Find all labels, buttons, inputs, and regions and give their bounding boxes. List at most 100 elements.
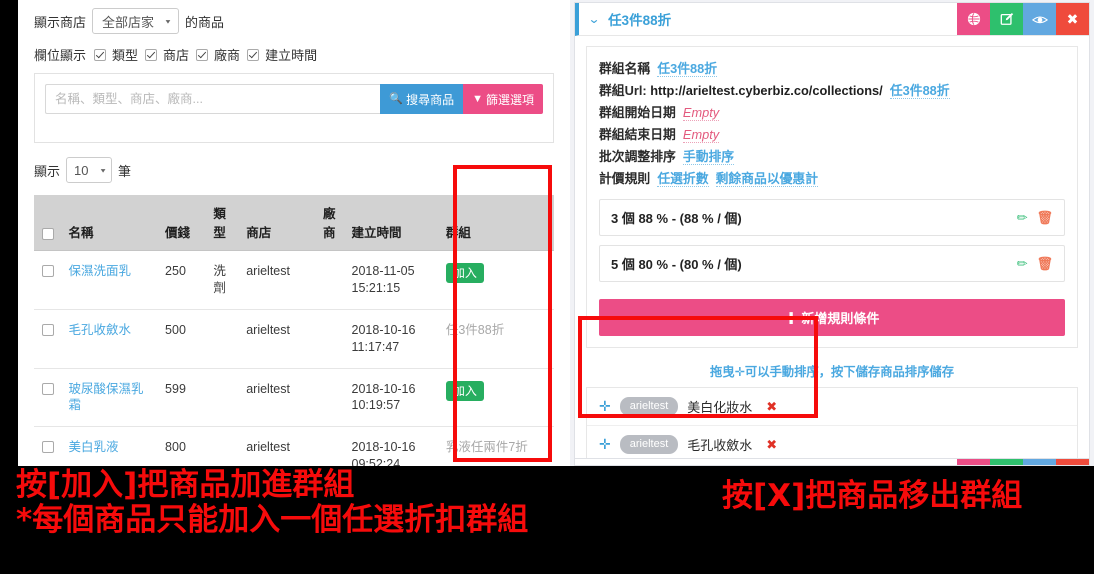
product-link[interactable]: 玻尿酸保濕乳霜	[69, 382, 144, 413]
close-icon-button[interactable]: ✖	[1056, 3, 1089, 35]
group-url-label: 群組Url:	[599, 83, 647, 98]
row-group-cell: 任3件88折	[439, 309, 554, 369]
batch-sort-label: 批次調整排序	[599, 149, 676, 164]
rule-row: 3 個 88 % - (88 % / 個) ✏ 🗑	[599, 199, 1065, 236]
table-header-row: 名稱 價錢 類型 商店 廠商 建立時間 群組	[34, 195, 554, 251]
panel-header-buttons: ✖	[957, 3, 1089, 35]
trash-icon[interactable]: 🗑	[1036, 210, 1053, 226]
arrows-move-icon[interactable]: ✛	[599, 398, 611, 415]
pencil-icon[interactable]: ✏	[1017, 256, 1028, 272]
add-to-group-button[interactable]: 加入	[445, 263, 484, 284]
filter-options-label: 篩選選項	[485, 92, 534, 107]
rule-actions: ✏ 🗑	[1017, 256, 1053, 272]
rule-text: 3 個 88 % - (88 % / 個)	[611, 211, 742, 226]
search-products-button[interactable]: 🔍 搜尋商品	[380, 84, 464, 114]
add-rule-button[interactable]: ✚ 新增規則條件	[599, 299, 1065, 336]
shop-filter-suffix-label: 的商品	[184, 14, 224, 30]
column-toggle-type[interactable]	[94, 48, 107, 61]
column-toggle-vendor-label: 廠商	[214, 48, 241, 63]
group-name-line: 群組名稱 任3件88折	[599, 58, 1065, 80]
row-checkbox[interactable]	[42, 265, 54, 277]
globe-icon-button[interactable]	[957, 3, 990, 35]
x-icon[interactable]: ✖	[766, 437, 777, 453]
product-link[interactable]: 美白乳液	[69, 440, 119, 454]
product-link[interactable]: 保濕洗面乳	[69, 264, 132, 278]
globe-icon	[967, 12, 980, 26]
group-name-link[interactable]: 任3件88折	[657, 61, 718, 77]
row-price-cell: 599	[159, 368, 208, 428]
row-select-cell	[34, 368, 63, 428]
rule-actions: ✏ 🗑	[1017, 210, 1053, 226]
next-collapsed-panel[interactable]	[574, 458, 1090, 466]
select-all-checkbox[interactable]	[42, 228, 54, 240]
product-link[interactable]: 毛孔收斂水	[69, 323, 132, 337]
shop-filter-row: 顯示商店 全部店家 ▼ 的商品	[34, 8, 554, 34]
row-select-cell	[34, 426, 63, 466]
header-price[interactable]: 價錢	[159, 195, 208, 251]
price-rule-line: 計價規則 任選折數 剩餘商品以優惠計	[599, 168, 1065, 190]
row-type-cell	[207, 309, 241, 369]
page-size-suffix: 筆	[118, 163, 132, 179]
batch-sort-line: 批次調整排序 手動排序	[599, 146, 1065, 168]
close-icon-button[interactable]	[1056, 459, 1089, 465]
column-visibility-row: 欄位顯示 類型 商店 廠商 建立時間	[34, 45, 554, 64]
product-sort-card: ✛ arieltest 美白化妝水 ✖ ✛ arieltest 毛孔收斂水 ✖ …	[586, 387, 1078, 466]
products-table: 名稱 價錢 類型 商店 廠商 建立時間 群組 保濕洗面乳 250 洗劑 arie…	[34, 195, 554, 466]
column-toggle-shop-label: 商店	[163, 48, 190, 63]
row-name-cell: 美白乳液	[62, 426, 160, 466]
row-created-cell: 2018-10-16 09:52:24	[345, 426, 440, 466]
panel-title-wrap[interactable]: ⌄ 任3件88折	[579, 3, 957, 35]
header-shop[interactable]: 商店	[240, 195, 317, 251]
column-toggle-vendor[interactable]	[196, 48, 209, 61]
group-url-base: http://arieltest.cyberbiz.co/collections…	[650, 83, 883, 98]
eye-icon-button[interactable]	[1023, 3, 1056, 35]
column-toggle-shop[interactable]	[145, 48, 158, 61]
eye-icon-button[interactable]	[1023, 459, 1056, 465]
row-checkbox[interactable]	[42, 382, 54, 395]
column-toggle-created[interactable]	[247, 48, 260, 61]
row-group-cell: 乳液任兩件7折	[439, 426, 554, 466]
row-created-cell: 2018-10-16 10:19:57	[345, 368, 440, 428]
panel-title: 任3件88折	[608, 13, 672, 28]
sort-hint-post: 儲存	[929, 365, 954, 379]
group-start-value[interactable]: Empty	[682, 105, 720, 121]
row-shop-cell: arieltest	[240, 368, 317, 428]
shop-select[interactable]: 全部店家 ▼	[92, 8, 179, 34]
price-rule-link-1[interactable]: 任選折數	[657, 171, 709, 187]
row-group-cell: 加入	[439, 368, 554, 428]
group-end-value[interactable]: Empty	[682, 127, 720, 143]
rule-row: 5 個 80 % - (80 % / 個) ✏ 🗑	[599, 245, 1065, 282]
row-created-cell: 2018-10-16 11:17:47	[345, 309, 440, 369]
header-select-all	[34, 195, 63, 251]
batch-sort-link[interactable]: 手動排序	[682, 149, 735, 165]
group-url-slug-link[interactable]: 任3件88折	[889, 83, 950, 99]
header-vendor[interactable]: 廠商	[317, 195, 346, 251]
edit-icon-button[interactable]	[990, 3, 1023, 35]
price-rule-link-2[interactable]: 剩餘商品以優惠計	[715, 171, 818, 187]
page-size-select[interactable]: 10 ▼	[66, 157, 113, 183]
row-type-cell	[207, 368, 241, 428]
chevron-down-icon[interactable]: ⌄	[588, 12, 601, 26]
header-created[interactable]: 建立時間	[345, 195, 440, 251]
filter-options-button[interactable]: ▼ 篩選選項	[463, 84, 543, 114]
shop-filter-prefix-label: 顯示商店	[34, 14, 87, 30]
x-icon[interactable]: ✖	[766, 399, 777, 415]
search-input[interactable]	[45, 84, 381, 114]
trash-icon[interactable]: 🗑	[1036, 256, 1053, 272]
add-to-group-button[interactable]: 加入	[445, 380, 484, 401]
group-end-line: 群組結束日期 Empty	[599, 124, 1065, 146]
page-size-row: 顯示 10 ▼ 筆	[34, 157, 554, 183]
sort-item[interactable]: ✛ arieltest 美白化妝水 ✖	[587, 388, 1077, 426]
row-checkbox[interactable]	[42, 323, 54, 336]
funnel-icon: ▼	[472, 92, 483, 105]
close-icon: ✖	[1066, 10, 1079, 27]
arrows-move-icon[interactable]: ✛	[599, 436, 611, 453]
edit-icon-button[interactable]	[990, 459, 1023, 465]
globe-icon-button[interactable]	[957, 459, 990, 465]
header-type[interactable]: 類型	[207, 195, 241, 251]
pencil-icon[interactable]: ✏	[1017, 210, 1028, 226]
price-rule-label: 計價規則	[599, 171, 651, 186]
header-name[interactable]: 名稱	[62, 195, 160, 251]
row-checkbox[interactable]	[42, 441, 54, 454]
shop-select-value: 全部店家	[102, 14, 155, 30]
